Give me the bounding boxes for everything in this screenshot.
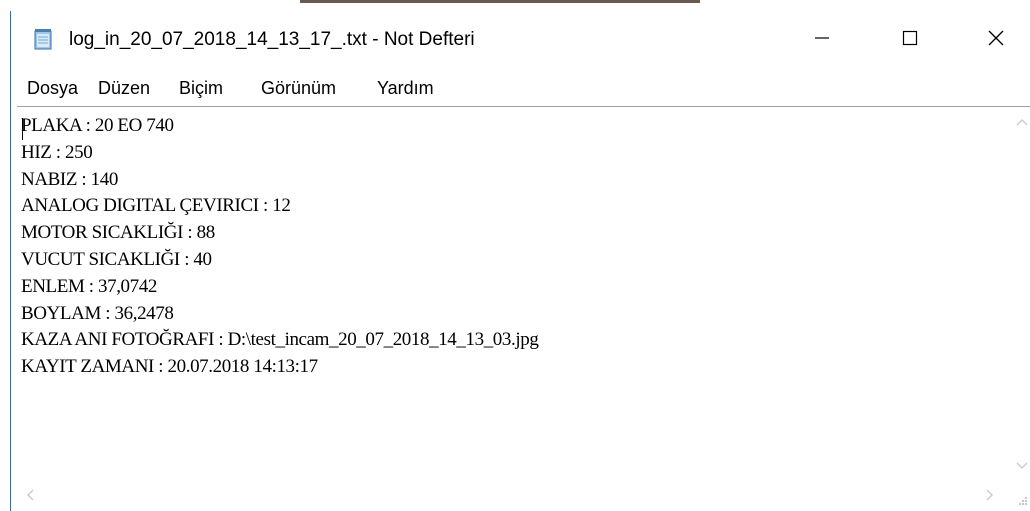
menu-item-duzen[interactable]: Düzen <box>98 78 150 99</box>
scroll-up-icon[interactable] <box>1016 113 1028 131</box>
background-window-edge <box>300 0 700 3</box>
close-button[interactable] <box>961 11 1030 69</box>
vertical-scrollbar[interactable] <box>1013 107 1030 475</box>
maximize-icon <box>902 30 918 51</box>
scroll-left-icon[interactable] <box>25 487 35 505</box>
notepad-window: log_in_20_07_2018_14_13_17_.txt - Not De… <box>10 11 1030 511</box>
desktop-background-strip <box>0 0 1030 11</box>
horizontal-scrollbar[interactable] <box>17 475 1013 511</box>
text-caret <box>22 118 23 140</box>
minimize-button[interactable] <box>787 11 857 69</box>
document-line: VUCUT SICAKLIĞI : 40 <box>21 248 212 270</box>
title-bar[interactable]: log_in_20_07_2018_14_13_17_.txt - Not De… <box>11 11 1030 69</box>
maximize-button[interactable] <box>875 11 945 69</box>
document-line: BOYLAM : 36,2478 <box>21 302 174 324</box>
document-line: MOTOR SICAKLIĞI : 88 <box>21 222 215 244</box>
notepad-icon <box>33 28 55 50</box>
document-line: ENLEM : 37,0742 <box>21 275 157 297</box>
menu-item-bicim[interactable]: Biçim <box>179 78 223 99</box>
scroll-down-icon[interactable] <box>1016 457 1028 475</box>
menu-item-yardim[interactable]: Yardım <box>377 78 434 99</box>
menu-item-dosya[interactable]: Dosya <box>27 78 78 99</box>
document-line: PLAKA : 20 EO 740 <box>21 115 174 136</box>
text-editor-area[interactable]: PLAKA : 20 EO 740 HIZ : 250 NABIZ : 140 … <box>17 106 1030 511</box>
resize-grip[interactable] <box>1013 475 1030 511</box>
document-line: NABIZ : 140 <box>21 168 118 190</box>
document-content[interactable]: PLAKA : 20 EO 740 HIZ : 250 NABIZ : 140 … <box>21 113 1011 473</box>
menu-bar: Dosya Düzen Biçim Görünüm Yardım <box>11 71 1030 105</box>
document-line: KAZA ANI FOTOĞRAFI : D:\test_incam_20_07… <box>21 329 539 351</box>
close-icon <box>987 29 1005 52</box>
window-title: log_in_20_07_2018_14_13_17_.txt - Not De… <box>69 29 475 50</box>
document-line: KAYIT ZAMANI : 20.07.2018 14:13:17 <box>21 356 318 378</box>
minimize-icon <box>814 30 830 51</box>
document-line: HIZ : 250 <box>21 141 93 163</box>
menu-item-gorunum[interactable]: Görünüm <box>261 78 336 99</box>
scroll-right-icon[interactable] <box>985 487 995 505</box>
resize-grip-icon <box>1016 493 1028 511</box>
document-line: ANALOG DIGITAL ÇEVIRICI : 12 <box>21 195 291 217</box>
